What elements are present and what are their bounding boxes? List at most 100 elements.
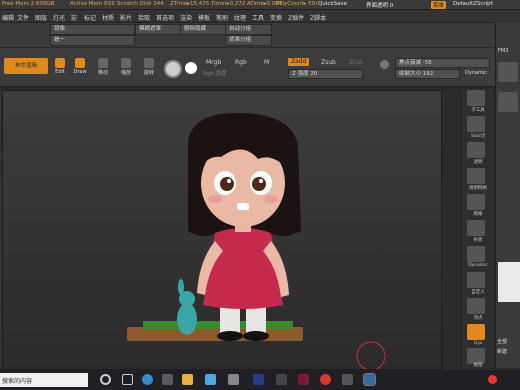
draw-icon xyxy=(75,58,85,68)
bool-render-button[interactable]: 布尔渲染 xyxy=(4,58,48,74)
solo-icon[interactable] xyxy=(467,116,485,132)
right-panel: FM3 全部 新建 xyxy=(495,22,520,368)
move-button[interactable]: 移动 xyxy=(95,58,111,76)
transparency-label: 透明 xyxy=(473,160,483,165)
menu-item-macro[interactable]: 宏 xyxy=(71,13,77,22)
quicksave-button[interactable]: QuickSave xyxy=(318,1,347,7)
netease-music-icon[interactable] xyxy=(320,374,331,385)
color-swatch-icon[interactable] xyxy=(185,62,197,74)
transp-mesh-icon[interactable] xyxy=(467,168,485,184)
mesh-icon[interactable] xyxy=(467,194,485,210)
shape-icon[interactable] xyxy=(467,220,485,236)
menu-item-transform[interactable]: 变换 xyxy=(270,13,282,22)
gyz-icon[interactable] xyxy=(467,324,485,340)
tool-thumbnail-2-icon[interactable] xyxy=(498,92,518,112)
rotate-button[interactable]: 旋转 xyxy=(141,58,157,76)
folder-icon[interactable] xyxy=(182,374,193,385)
lightbox-icon[interactable] xyxy=(380,60,389,69)
menus-button[interactable]: 菜单 xyxy=(431,1,447,9)
canvas-viewport[interactable] xyxy=(2,90,442,371)
free-mem: Free Mem 2.609GB xyxy=(2,1,55,7)
rgb-button[interactable]: Rgb xyxy=(232,59,250,67)
mirror-button[interactable]: 镜像 xyxy=(50,24,135,35)
app-icon-3[interactable] xyxy=(276,374,287,385)
z-intensity-slider[interactable]: Z 强度 20 xyxy=(288,69,363,79)
polygroup-button[interactable]: 遮罩分组 xyxy=(225,35,272,46)
left-pupil xyxy=(220,177,234,191)
menu-item-tool[interactable]: 工具 xyxy=(252,13,264,22)
toy-ear xyxy=(178,279,184,295)
menu-item-marker[interactable]: 标记 xyxy=(84,13,96,22)
right-tool-strip: 子工具 Solo切 透明 透明网格 网格 形状 Dynamic 自定义 顶点 G… xyxy=(463,90,493,368)
menu-item-light[interactable]: 灯光 xyxy=(53,13,65,22)
menu-item-render[interactable]: 渲染 xyxy=(180,13,192,22)
transparency-slider[interactable]: 界面透明 0 xyxy=(366,1,393,9)
app-icon-2[interactable] xyxy=(228,374,239,385)
menu-item-texture[interactable]: 纹理 xyxy=(234,13,246,22)
premiere-icon[interactable] xyxy=(298,374,309,385)
toy-body xyxy=(177,303,197,335)
menu-item-material[interactable]: 材质 xyxy=(102,13,114,22)
menu-item-zplugin[interactable]: Z插件 xyxy=(288,13,304,22)
vertex-icon[interactable] xyxy=(467,298,485,314)
dynamic-icon[interactable] xyxy=(467,246,485,262)
draw-label: Draw xyxy=(73,69,87,75)
delete-hidden-button[interactable]: 删除隐藏 xyxy=(180,24,227,35)
zadd-button[interactable]: Zadd xyxy=(288,58,310,66)
shape-label: 形状 xyxy=(473,238,483,243)
ground-base xyxy=(127,327,303,341)
edge-icon[interactable] xyxy=(142,374,153,385)
taskbar-search[interactable]: 搜索的内容 xyxy=(0,373,88,387)
right-shoe xyxy=(243,331,269,341)
focal-shift-slider[interactable]: 焦点衰减 -56 xyxy=(395,58,490,68)
menu-item-layer[interactable]: 图层 xyxy=(35,13,47,22)
tray-icon[interactable] xyxy=(488,375,497,384)
custom-icon[interactable] xyxy=(467,272,485,288)
material-sphere-icon[interactable] xyxy=(164,60,182,78)
right-eye-highlight xyxy=(259,179,263,183)
mrgb-button[interactable]: Mrgb xyxy=(203,59,224,67)
transparency-icon[interactable] xyxy=(467,142,485,158)
zbrush-icon[interactable] xyxy=(363,373,376,386)
right-pupil xyxy=(252,177,266,191)
subtool-icon[interactable] xyxy=(467,90,485,106)
subtool-label: 子工具 xyxy=(471,108,485,113)
draw-button[interactable]: Draw xyxy=(72,58,88,75)
menu-item-preferences[interactable]: 首选项 xyxy=(156,13,174,22)
dynamic-toggle[interactable]: Dynamic xyxy=(465,70,487,76)
menu-item-file[interactable]: 文件 xyxy=(17,13,29,22)
app-icon-1[interactable] xyxy=(205,374,216,385)
menu-item-brush[interactable]: 笔刷 xyxy=(216,13,228,22)
scale-label: 缩放 xyxy=(120,70,131,76)
rotate-label: 旋转 xyxy=(143,70,154,76)
menu-item-movie[interactable]: 影片 xyxy=(120,13,132,22)
draw-size-slider[interactable]: 绘制大小 192 xyxy=(395,69,460,79)
menu-item-edit[interactable]: 编辑 xyxy=(2,13,14,22)
rgb-intensity-slider[interactable]: Rgb 强度 xyxy=(203,70,227,78)
auto-group-button[interactable]: 自动分组 xyxy=(225,24,272,35)
m-button[interactable]: M xyxy=(261,59,272,67)
vertex-label: 顶点 xyxy=(473,316,483,321)
default-script-button[interactable]: DefaultZScript xyxy=(453,1,493,7)
menu-item-picker[interactable]: 拾取 xyxy=(138,13,150,22)
blur-mask-button[interactable]: 模糊遮罩 xyxy=(135,24,182,35)
photoshop-icon[interactable] xyxy=(253,374,264,385)
active-mem: Active Mem 693 xyxy=(70,1,115,7)
status-bar: Free Mem 2.609GB Active Mem 693 Scratch … xyxy=(0,0,520,10)
store-icon[interactable] xyxy=(162,374,173,385)
scale-button[interactable]: 缩放 xyxy=(118,58,134,76)
zcut-button[interactable]: Zcut xyxy=(346,59,366,67)
app-icon-4[interactable] xyxy=(342,374,353,385)
panel-new-label: 新建 xyxy=(497,349,508,355)
tool-thumbnail-icon[interactable] xyxy=(498,62,518,82)
edit-button[interactable]: Edit xyxy=(52,58,68,75)
cortana-icon[interactable] xyxy=(100,374,111,385)
menu-item-stencil[interactable]: 模板 xyxy=(198,13,210,22)
menu-item-zscript[interactable]: Z脚本 xyxy=(310,13,326,22)
dynamic-label: Dynamic xyxy=(468,263,488,268)
edit-label: Edit xyxy=(55,69,65,75)
unify-button[interactable]: 统一 xyxy=(50,35,135,46)
zsub-button[interactable]: Zsub xyxy=(318,59,339,67)
task-view-icon[interactable] xyxy=(122,374,133,385)
color-picker-panel[interactable] xyxy=(498,262,520,302)
